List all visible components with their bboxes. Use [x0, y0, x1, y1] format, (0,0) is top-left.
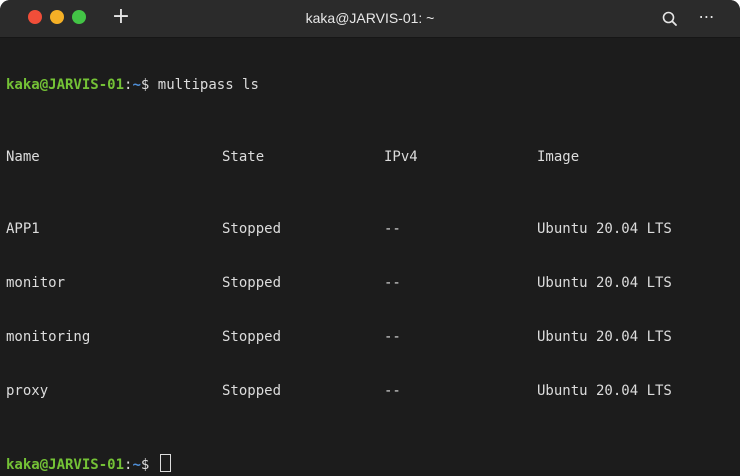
ellipsis-menu-icon[interactable]: ⋯ — [696, 9, 718, 29]
instance-ipv4: -- — [384, 329, 401, 345]
instance-state: Stopped — [222, 275, 282, 291]
instance-ipv4: -- — [384, 275, 401, 291]
table-row: monitoring Stopped -- Ubuntu 20.04 LTS — [6, 328, 730, 346]
instance-name: proxy — [6, 383, 49, 399]
instance-image: Ubuntu 20.04 LTS — [537, 329, 672, 345]
header-state: State — [222, 149, 265, 165]
instance-ipv4: -- — [384, 221, 401, 237]
prompt-symbol: $ — [140, 77, 150, 93]
table-header-row: Name State IPv4 Image — [6, 148, 730, 166]
close-dot-icon[interactable] — [28, 10, 42, 24]
command-text: multipass ls — [157, 77, 259, 93]
instance-name: monitor — [6, 275, 66, 291]
command-line: kaka@JARVIS-01:~$ multipass ls — [6, 76, 730, 94]
new-tab-button[interactable]: + — [110, 6, 132, 29]
left-edge — [0, 38, 4, 476]
header-image: Image — [537, 149, 580, 165]
table-row: APP1 Stopped -- Ubuntu 20.04 LTS — [6, 220, 730, 238]
active-prompt-line[interactable]: kaka@JARVIS-01:~$ — [6, 454, 730, 473]
instance-name: APP1 — [6, 221, 40, 237]
prompt-user-host: kaka@JARVIS-01 — [6, 457, 125, 473]
instance-state: Stopped — [222, 329, 282, 345]
table-row: monitor Stopped -- Ubuntu 20.04 LTS — [6, 274, 730, 292]
prompt-user-host: kaka@JARVIS-01 — [6, 77, 125, 93]
prompt-symbol: $ — [140, 457, 150, 473]
table-row: proxy Stopped -- Ubuntu 20.04 LTS — [6, 382, 730, 400]
instance-image: Ubuntu 20.04 LTS — [537, 383, 672, 399]
instance-image: Ubuntu 20.04 LTS — [537, 221, 672, 237]
maximize-dot-icon[interactable] — [72, 10, 86, 24]
instance-state: Stopped — [222, 221, 282, 237]
terminal-output[interactable]: kaka@JARVIS-01:~$ multipass ls Name Stat… — [6, 40, 730, 476]
terminal-scrollbar[interactable] — [730, 38, 740, 476]
header-name: Name — [6, 149, 40, 165]
prompt-path: ~ — [132, 77, 141, 93]
instance-ipv4: -- — [384, 383, 401, 399]
header-ipv4: IPv4 — [384, 149, 418, 165]
instance-name: monitoring — [6, 329, 91, 345]
terminal-window: + kaka@JARVIS-01: ~ ⋯ kaka@JARVIS-01:~$ … — [0, 0, 740, 476]
prompt-path: ~ — [132, 457, 141, 473]
text-cursor — [159, 454, 171, 472]
minimize-dot-icon[interactable] — [50, 10, 64, 24]
instance-state: Stopped — [222, 383, 282, 399]
title-bar[interactable]: + kaka@JARVIS-01: ~ ⋯ — [0, 0, 740, 38]
search-icon[interactable] — [660, 9, 680, 29]
instance-image: Ubuntu 20.04 LTS — [537, 275, 672, 291]
